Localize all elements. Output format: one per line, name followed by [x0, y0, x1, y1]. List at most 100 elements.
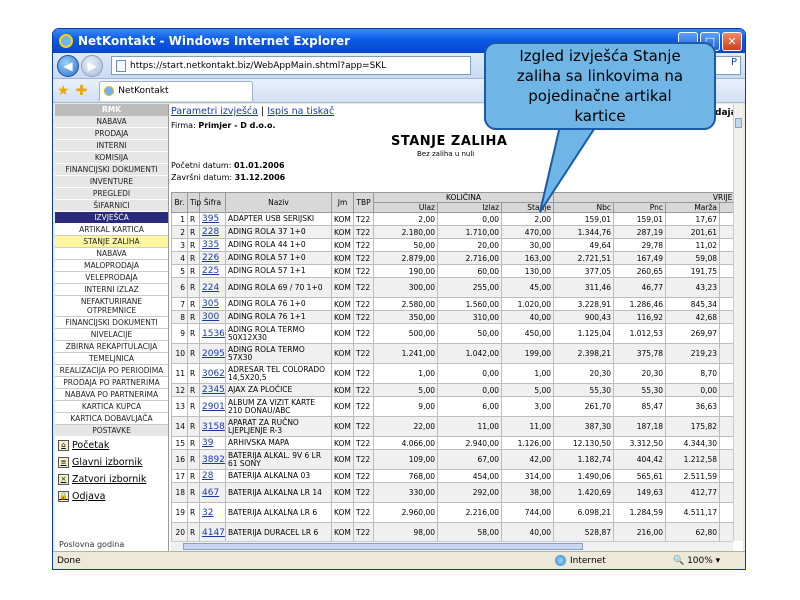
table-row: 20 R 4147 BATERIJA DURACEL LR 6 KOM T22 98,00 5…: [171, 522, 733, 541]
tbp-cell: T22: [353, 343, 374, 364]
sifra-link-cell[interactable]: 39: [199, 436, 226, 450]
link-parametri[interactable]: Parametri izvješća: [171, 106, 258, 117]
izlaz-cell: 1.710,00: [437, 225, 502, 239]
sifra-link-cell[interactable]: 2901: [199, 396, 226, 417]
link-odjava[interactable]: 🔒 Odjava: [55, 488, 168, 505]
sifra-link-cell[interactable]: 335: [199, 238, 226, 252]
pnc-cell: 167,49: [613, 251, 667, 265]
jm-cell: KOM: [331, 482, 354, 503]
sidebar-subitem-kartica-kupca[interactable]: KARTICA KUPCA: [55, 401, 168, 413]
jm-cell: KOM: [331, 363, 354, 384]
url-field[interactable]: https://start.netkontakt.biz/WebAppMain.…: [111, 56, 471, 75]
sidebar-subitem-stanje-zaliha[interactable]: STANJE ZALIHA: [55, 236, 168, 248]
sifra-link-cell[interactable]: 32: [199, 502, 226, 523]
sifra-link-cell[interactable]: 28: [199, 469, 226, 483]
row-number-cell: 2: [171, 225, 188, 239]
sidebar-subitem-veleprodaja[interactable]: VELEPRODAJA: [55, 272, 168, 284]
sidebar-item-izvjesca[interactable]: IZVJEŠĆA: [55, 212, 168, 224]
sifra-link-cell[interactable]: 467: [199, 482, 226, 503]
forward-button[interactable]: ▶: [81, 54, 103, 77]
sifra-link-cell[interactable]: 4147: [199, 522, 226, 541]
callout-line: kartice: [574, 107, 626, 125]
sidebar-item-postavke[interactable]: POSTAVKE: [55, 425, 168, 437]
vertical-scroll-thumb[interactable]: [735, 118, 742, 128]
sidebar-subitem-maloprodaja[interactable]: MALOPRODAJA: [55, 260, 168, 272]
tab-netkontakt[interactable]: NetKontakt: [99, 80, 254, 101]
naziv-cell: ADRESAR TEL COLORADO 14,5X20,5: [225, 363, 332, 384]
sidebar-subitem-nabava[interactable]: NABAVA: [55, 248, 168, 260]
marza-cell: 11,02: [665, 238, 721, 252]
sifra-link-cell[interactable]: 395: [199, 212, 226, 226]
sifra-link-cell[interactable]: 228: [199, 225, 226, 239]
nbc-cell: 528,87: [553, 522, 615, 541]
sifra-link-cell[interactable]: 305: [199, 297, 226, 311]
jm-cell: KOM: [331, 343, 354, 364]
sifra-link-cell[interactable]: 225: [199, 264, 226, 278]
row-type-cell: R: [187, 297, 200, 311]
sidebar-item-komisija[interactable]: KOMISIJA: [55, 152, 168, 164]
marza-cell: 191,75: [665, 264, 721, 278]
zoom-level[interactable]: 🔍 100% ▾: [673, 556, 720, 566]
sidebar-menu: RMK NABAVA PRODAJA INTERNI KOMISIJA FINANCIJ…: [55, 104, 169, 551]
link-pocetak[interactable]: ⌂ Početak: [55, 437, 168, 454]
pnc-cell: 1.286,46: [613, 297, 667, 311]
table-row: 7 R 305 ADING ROLA 76 1+0 KOM T22 2.580,00 1.56…: [171, 297, 733, 311]
link-ispis[interactable]: Ispis na tiskač: [267, 106, 334, 117]
sidebar-item-pregledi[interactable]: PREGLEDI: [55, 188, 168, 200]
tbp-cell: T22: [353, 251, 374, 265]
sifra-link-cell[interactable]: 1536: [199, 323, 226, 344]
back-button[interactable]: ◀: [57, 54, 79, 77]
marza-cell: 2.511,59: [665, 469, 721, 483]
sidebar-item-prodaja[interactable]: PRODAJA: [55, 128, 168, 140]
table-row: 2 R 228 ADING ROLA 37 1+0 KOM T22 2.180,00 1.71…: [171, 225, 733, 239]
horizontal-scroll-thumb[interactable]: [183, 543, 583, 550]
horizontal-scrollbar[interactable]: [171, 541, 733, 551]
sifra-link-cell[interactable]: 226: [199, 251, 226, 265]
sifra-link-cell[interactable]: 224: [199, 277, 226, 298]
sidebar-item-sifarnici[interactable]: ŠIFARNICI: [55, 200, 168, 212]
vertical-scrollbar[interactable]: [733, 104, 743, 541]
izlaz-cell: 0,00: [437, 383, 502, 397]
sidebar-subitem-artikal-kartica[interactable]: ARTIKAL KARTICA: [55, 224, 168, 236]
sifra-link-cell[interactable]: 3892: [199, 449, 226, 470]
favorites-star-icon[interactable]: ★: [57, 83, 70, 99]
crop-text: daja: [715, 108, 733, 118]
sidebar-subitem-prodaja-po-partnerima[interactable]: PRODAJA PO PARTNERIMA: [55, 377, 168, 389]
sidebar-subitem-nivelacije[interactable]: NIVELACIJE: [55, 329, 168, 341]
jm-cell: KOM: [331, 225, 354, 239]
sidebar-item-interni[interactable]: INTERNI: [55, 140, 168, 152]
close-button[interactable]: ✕: [722, 31, 742, 51]
report-dates: Početni datum: 01.01.2006 Završni datum:…: [171, 160, 285, 184]
row-number-cell: 14: [171, 416, 188, 437]
report-area: Parametri izvješća | Ispis na tiskač daj…: [171, 104, 733, 541]
extra-cell: 2: [719, 363, 733, 384]
link-glavni-izbornik[interactable]: ≡ Glavni izbornik: [55, 454, 168, 471]
sidebar-subitem-nefakturirane-otpremnice[interactable]: NEFAKTURIRANE OTPREMNICE: [55, 296, 168, 317]
izlaz-cell: 0,00: [437, 212, 502, 226]
sidebar-subitem-temeljnica[interactable]: TEMELJNICA: [55, 353, 168, 365]
sifra-link-cell[interactable]: 2345: [199, 383, 226, 397]
sidebar-subitem-zbirna-rekapitulacija[interactable]: ZBIRNA REKAPITULACIJA: [55, 341, 168, 353]
sidebar-item-inventure[interactable]: INVENTURE: [55, 176, 168, 188]
sifra-link-cell[interactable]: 2095: [199, 343, 226, 364]
sidebar-subitem-interni-izlaz[interactable]: INTERNI IZLAZ: [55, 284, 168, 296]
table-row: 6 R 224 ADING ROLA 69 / 70 1+0 KOM T22 300,00 2…: [171, 277, 733, 298]
link-zatvori-izbornik[interactable]: × Zatvori izbornik: [55, 471, 168, 488]
link-glavni-label: Glavni izbornik: [72, 457, 143, 468]
sidebar-subitem-realizacija-po-periodima[interactable]: REALIZACIJA PO PERIODIMA: [55, 365, 168, 377]
sifra-link-cell[interactable]: 3158: [199, 416, 226, 437]
sifra-link-cell[interactable]: 300: [199, 310, 226, 324]
sifra-link-cell[interactable]: 3062: [199, 363, 226, 384]
sidebar-subitem-nabava-po-partnerima[interactable]: NABAVA PO PARTNERIMA: [55, 389, 168, 401]
sidebar-item-nabava[interactable]: NABAVA: [55, 116, 168, 128]
marza-cell: 43,23: [665, 277, 721, 298]
row-type-cell: R: [187, 310, 200, 324]
marza-cell: 219,23: [665, 343, 721, 364]
sidebar-item-financijski-dokumenti[interactable]: FINANCIJSKI DOKUMENTI: [55, 164, 168, 176]
add-favorite-icon[interactable]: ✚: [76, 83, 88, 99]
sidebar-subitem-kartica-dobavljaca[interactable]: KARTICA DOBAVLJAČA: [55, 413, 168, 425]
row-number-cell: 9: [171, 323, 188, 344]
nbc-cell: 3.228,91: [553, 297, 615, 311]
sidebar-subitem-financijski-dokumenti[interactable]: FINANCIJSKI DOKUMENTI: [55, 317, 168, 329]
marza-cell: 175,82: [665, 416, 721, 437]
